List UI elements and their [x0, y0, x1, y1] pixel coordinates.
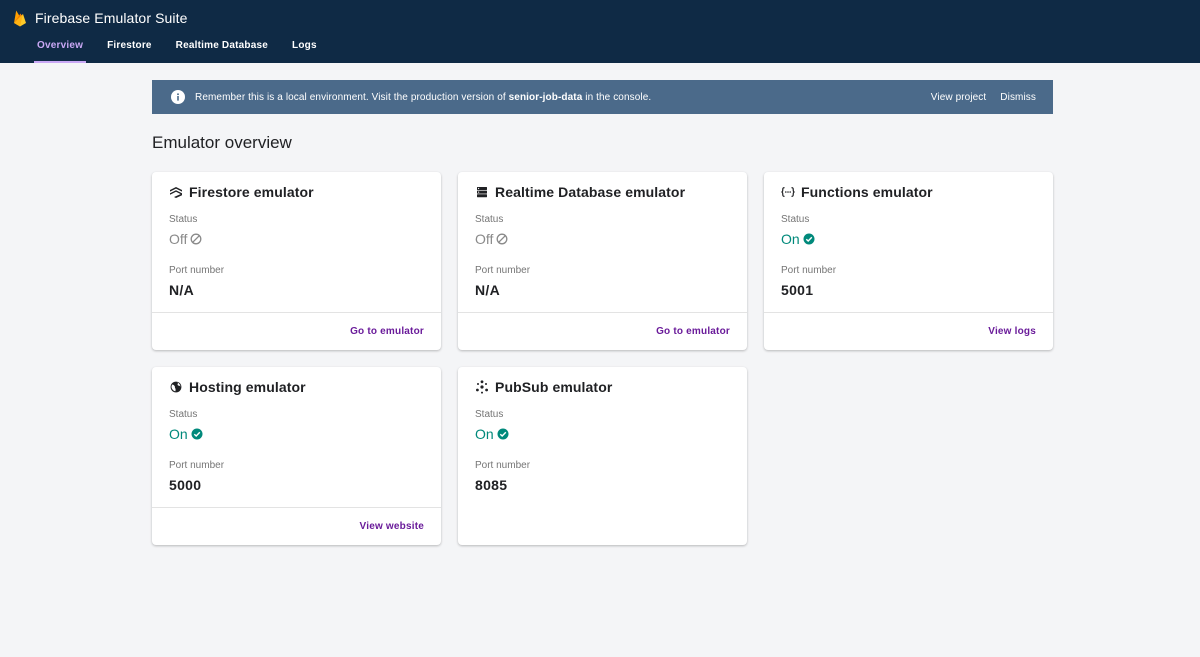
- page-title: Emulator overview: [152, 133, 292, 152]
- view-website-link[interactable]: View website: [360, 521, 424, 532]
- port-label: Port number: [781, 265, 837, 276]
- card-header: Realtime Database emulator: [475, 184, 685, 200]
- status-label: Status: [169, 409, 198, 420]
- card-header: Functions emulator: [781, 184, 933, 200]
- banner-project-name: senior-job-data: [508, 91, 583, 103]
- status-value: On: [475, 426, 509, 442]
- status-value: On: [781, 231, 815, 247]
- firestore-icon: [169, 185, 183, 199]
- banner-text-before: Remember this is a local environment. Vi…: [195, 91, 509, 103]
- status-value: Off: [475, 231, 508, 247]
- card-title: Hosting emulator: [189, 379, 306, 395]
- pubsub-emulator-card: PubSub emulator Status On Port number 80…: [458, 367, 747, 545]
- dismiss-button[interactable]: Dismiss: [1000, 92, 1036, 103]
- card-title: Realtime Database emulator: [495, 184, 686, 200]
- status-text: Off: [475, 231, 494, 247]
- status-text: On: [169, 426, 188, 442]
- card-divider: [458, 312, 747, 313]
- tab-overview[interactable]: Overview: [25, 30, 95, 63]
- port-label: Port number: [169, 265, 225, 276]
- go-to-emulator-link[interactable]: Go to emulator: [656, 326, 730, 337]
- brand: Firebase Emulator Suite: [13, 8, 187, 28]
- status-value: On: [169, 426, 203, 442]
- status-text: On: [475, 426, 494, 442]
- database-icon: [475, 185, 489, 199]
- firestore-emulator-card: Firestore emulator Status Off Port numbe…: [152, 172, 441, 350]
- tab-realtime-database[interactable]: Realtime Database: [164, 30, 280, 63]
- port-value: N/A: [169, 282, 195, 298]
- pubsub-icon: [475, 380, 489, 394]
- status-text: Off: [169, 231, 188, 247]
- app-title: Firebase Emulator Suite: [35, 10, 188, 26]
- hosting-emulator-card: Hosting emulator Status On Port number 5…: [152, 367, 441, 545]
- go-to-emulator-link[interactable]: Go to emulator: [350, 326, 424, 337]
- disabled-icon: [496, 233, 508, 245]
- tab-firestore[interactable]: Firestore: [95, 30, 164, 63]
- view-logs-link[interactable]: View logs: [988, 326, 1036, 337]
- check-circle-icon: [191, 428, 203, 440]
- port-value: 8085: [475, 477, 508, 493]
- status-label: Status: [169, 214, 198, 225]
- port-value: N/A: [475, 282, 501, 298]
- firebase-logo-icon: [13, 9, 27, 27]
- disabled-icon: [190, 233, 202, 245]
- card-header: PubSub emulator: [475, 379, 612, 395]
- card-title: PubSub emulator: [495, 379, 613, 395]
- check-circle-icon: [497, 428, 509, 440]
- card-divider: [764, 312, 1053, 313]
- globe-icon: [169, 380, 183, 394]
- functions-icon: [781, 185, 795, 199]
- tab-logs[interactable]: Logs: [280, 30, 329, 63]
- card-header: Firestore emulator: [169, 184, 314, 200]
- port-value: 5001: [781, 282, 814, 298]
- port-value: 5000: [169, 477, 202, 493]
- card-title: Functions emulator: [801, 184, 933, 200]
- status-label: Status: [475, 214, 504, 225]
- view-project-button[interactable]: View project: [931, 92, 987, 103]
- banner-actions: View project Dismiss: [917, 92, 1036, 103]
- nav-tabs: Overview Firestore Realtime Database Log…: [25, 30, 329, 63]
- realtime-database-emulator-card: Realtime Database emulator Status Off Po…: [458, 172, 747, 350]
- card-divider: [152, 312, 441, 313]
- status-label: Status: [475, 409, 504, 420]
- card-title: Firestore emulator: [189, 184, 314, 200]
- info-icon: [171, 90, 185, 104]
- status-label: Status: [781, 214, 810, 225]
- status-text: On: [781, 231, 800, 247]
- card-header: Hosting emulator: [169, 379, 306, 395]
- local-environment-banner: Remember this is a local environment. Vi…: [152, 80, 1053, 114]
- port-label: Port number: [475, 460, 531, 471]
- status-value: Off: [169, 231, 202, 247]
- card-divider: [152, 507, 441, 508]
- banner-message: Remember this is a local environment. Vi…: [195, 92, 651, 103]
- functions-emulator-card: Functions emulator Status On Port number…: [764, 172, 1053, 350]
- banner-text-after: in the console.: [582, 91, 652, 103]
- check-circle-icon: [803, 233, 815, 245]
- port-label: Port number: [169, 460, 225, 471]
- top-app-bar: Firebase Emulator Suite Overview Firesto…: [0, 0, 1200, 63]
- port-label: Port number: [475, 265, 531, 276]
